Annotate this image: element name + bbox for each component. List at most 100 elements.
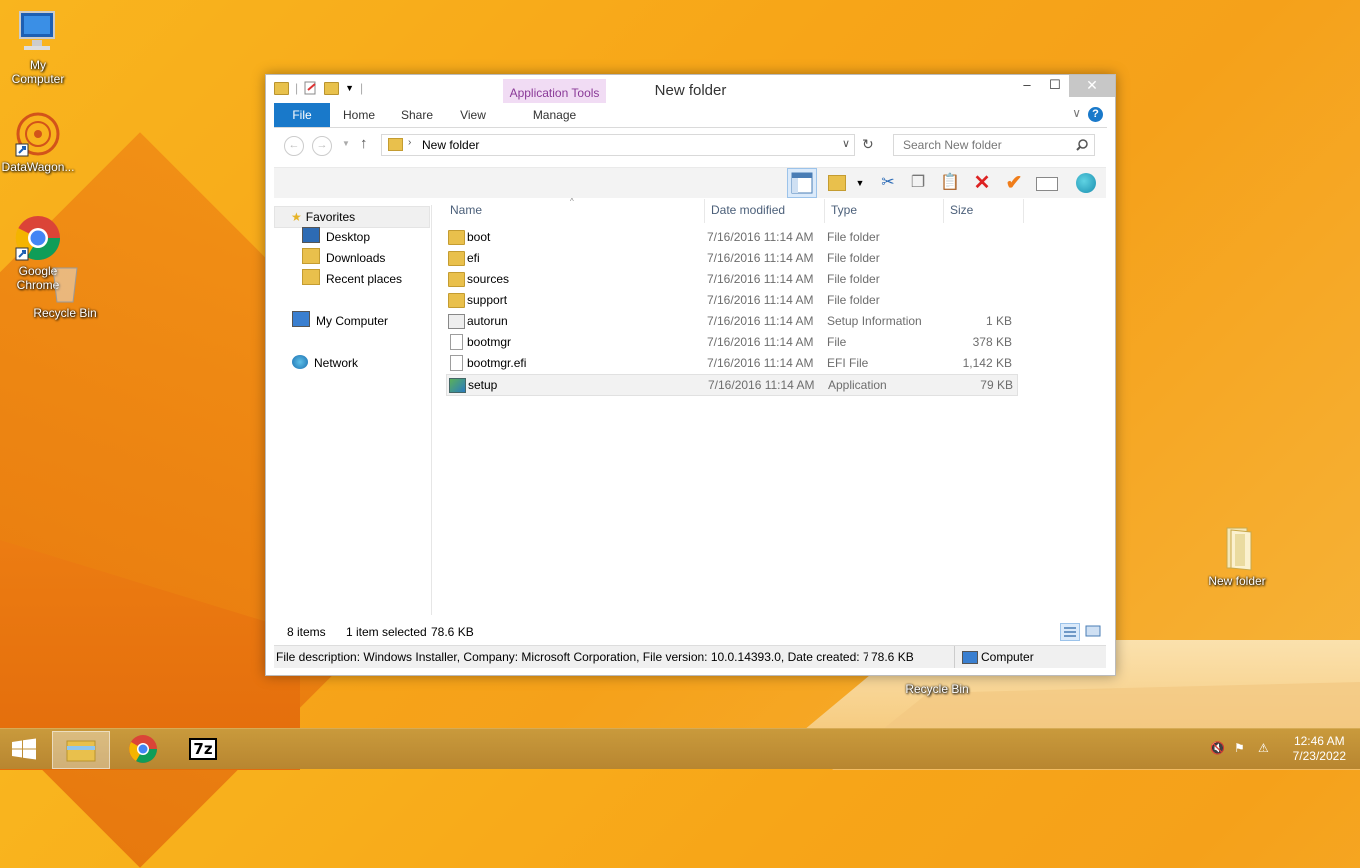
folder-icon: [1213, 524, 1261, 572]
action-center-icon[interactable]: ⚑: [1234, 741, 1250, 757]
file-icon: [450, 334, 463, 350]
file-row-selected[interactable]: setup 7/16/2016 11:14 AM Application 79 …: [446, 374, 1018, 396]
column-header-name[interactable]: Name ^: [442, 197, 705, 223]
window-controls: – ☐ ✕: [1013, 75, 1115, 97]
start-button[interactable]: [0, 731, 48, 767]
taskbar: 7z 🔇 ⚑ ⚠ 12:46 AM 7/23/2022: [0, 728, 1360, 769]
address-dropdown-icon[interactable]: ∨: [842, 137, 850, 150]
tab-share[interactable]: Share: [392, 103, 442, 127]
chrome-icon: [14, 214, 62, 262]
network-icon: [292, 355, 308, 369]
nav-item-downloads[interactable]: Downloads: [302, 248, 385, 268]
file-description: File description: Windows Installer, Com…: [276, 650, 868, 664]
7zip-icon: 7z: [189, 738, 217, 760]
desktop-icon-label: My: [30, 58, 46, 72]
folder-icon: [448, 230, 465, 245]
file-size: 79 KB: [980, 378, 1013, 392]
separator: [954, 646, 955, 668]
expand-ribbon-icon[interactable]: ∨: [1072, 106, 1081, 120]
back-button[interactable]: ←: [284, 136, 304, 156]
search-placeholder: Search New folder: [903, 138, 1002, 152]
nav-item-desktop[interactable]: Desktop: [302, 227, 370, 247]
desktop-icon-new-folder[interactable]: New folder: [1199, 524, 1275, 588]
column-header-date[interactable]: Date modified: [705, 199, 825, 223]
file-name: boot: [467, 230, 491, 244]
file-row[interactable]: support 7/16/2016 11:14 AM File folder: [446, 290, 1016, 310]
location-label: Computer: [981, 650, 1034, 664]
file-row[interactable]: efi 7/16/2016 11:14 AM File folder: [446, 248, 1016, 268]
nav-label: My Computer: [316, 314, 389, 328]
delete-icon[interactable]: ✕: [970, 171, 994, 195]
large-icons-view-icon: [1085, 625, 1101, 637]
refresh-icon[interactable]: ↻: [862, 136, 874, 153]
file-row[interactable]: bootmgr 7/16/2016 11:14 AM File 378 KB: [446, 332, 1016, 352]
column-header-size[interactable]: Size: [944, 199, 1024, 223]
file-row[interactable]: sources 7/16/2016 11:14 AM File folder: [446, 269, 1016, 289]
nav-label: Network: [314, 356, 359, 370]
taskbar-7zip[interactable]: 7z: [177, 731, 233, 767]
column-header-type[interactable]: Type: [825, 199, 944, 223]
globe-icon[interactable]: [1074, 171, 1098, 195]
checkmark-icon[interactable]: ✔: [1002, 171, 1026, 195]
nav-item-recent-places[interactable]: Recent places: [302, 269, 402, 289]
folder-icon: [448, 293, 465, 308]
windows-logo-icon: [12, 738, 36, 760]
maximize-button[interactable]: ☐: [1041, 75, 1069, 97]
status-bar: 8 items 1 item selected 78.6 KB: [274, 621, 1106, 643]
volume-muted-icon[interactable]: 🔇: [1210, 741, 1226, 757]
up-button[interactable]: ↑: [360, 135, 368, 152]
computer-icon: [962, 651, 978, 664]
desktop-icon-label: Recycle Bin: [33, 306, 97, 320]
network-disconnected-icon[interactable]: ⚠: [1258, 741, 1274, 757]
star-icon: ★: [291, 210, 302, 224]
taskbar-chrome[interactable]: [115, 731, 171, 767]
address-row: ← → ▼ ↑ › New folder ∨ ↻ Search New fold…: [266, 128, 1115, 162]
taskbar-file-explorer[interactable]: [52, 731, 110, 769]
tab-file[interactable]: File: [274, 103, 330, 127]
file-row[interactable]: bootmgr.efi 7/16/2016 11:14 AM EFI File …: [446, 353, 1016, 373]
chevron-right-icon[interactable]: ›: [408, 137, 411, 148]
column-label: Name: [450, 203, 483, 217]
preview-pane-button[interactable]: [787, 168, 817, 198]
nav-label: Recent places: [326, 272, 403, 286]
nav-item-favorites[interactable]: ★ Favorites: [274, 206, 430, 228]
file-size-detail: 78.6 KB: [871, 650, 914, 664]
file-size: 1 KB: [985, 314, 1012, 328]
cut-icon[interactable]: ✂: [876, 171, 900, 195]
desktop-icon-label: Computer: [11, 72, 65, 86]
file-name: setup: [468, 378, 498, 392]
copy-icon[interactable]: ❐: [906, 171, 930, 195]
nav-item-network[interactable]: Network: [292, 353, 358, 373]
help-icon[interactable]: ?: [1088, 107, 1103, 122]
file-type: File folder: [827, 293, 880, 307]
large-icons-view-button[interactable]: [1084, 623, 1102, 639]
rename-icon[interactable]: [1034, 171, 1058, 195]
file-name: bootmgr: [467, 335, 512, 349]
selection-size: 78.6 KB: [431, 625, 474, 639]
file-row[interactable]: boot 7/16/2016 11:14 AM File folder: [446, 227, 1016, 247]
desktop-icon-datawagon[interactable]: DataWagon...: [0, 110, 76, 174]
tab-home[interactable]: Home: [334, 103, 384, 127]
minimize-button[interactable]: –: [1013, 75, 1041, 97]
title-bar: | ▼ | Application Tools New folder – ☐ ✕: [266, 75, 1115, 107]
organize-dropdown-icon[interactable]: ▼: [848, 171, 872, 195]
organize-folder-icon[interactable]: [826, 171, 850, 195]
details-view-button[interactable]: [1060, 623, 1080, 641]
nav-item-my-computer[interactable]: My Computer: [292, 311, 388, 331]
tab-manage[interactable]: Manage: [503, 103, 606, 127]
desktop-icon: [302, 227, 320, 243]
search-icon[interactable]: [1076, 139, 1088, 151]
paste-icon[interactable]: 📋: [938, 171, 962, 195]
forward-button[interactable]: →: [312, 136, 332, 156]
desktop-icon-recycle-bin[interactable]: Recycle Bin: [27, 262, 103, 320]
recycle-bin-icon: [45, 262, 85, 304]
file-row[interactable]: autorun 7/16/2016 11:14 AM Setup Informa…: [446, 311, 1016, 331]
tab-view[interactable]: View: [448, 103, 498, 127]
file-date: 7/16/2016 11:14 AM: [707, 272, 814, 286]
close-button[interactable]: ✕: [1069, 75, 1115, 97]
recent-locations-dropdown[interactable]: ▼: [342, 139, 350, 148]
system-clock[interactable]: 12:46 AM 7/23/2022: [1293, 734, 1346, 764]
desktop-icon-my-computer[interactable]: My Computer: [0, 8, 76, 86]
search-input[interactable]: Search New folder: [893, 134, 1095, 156]
address-bar[interactable]: › New folder ∨: [381, 134, 855, 156]
